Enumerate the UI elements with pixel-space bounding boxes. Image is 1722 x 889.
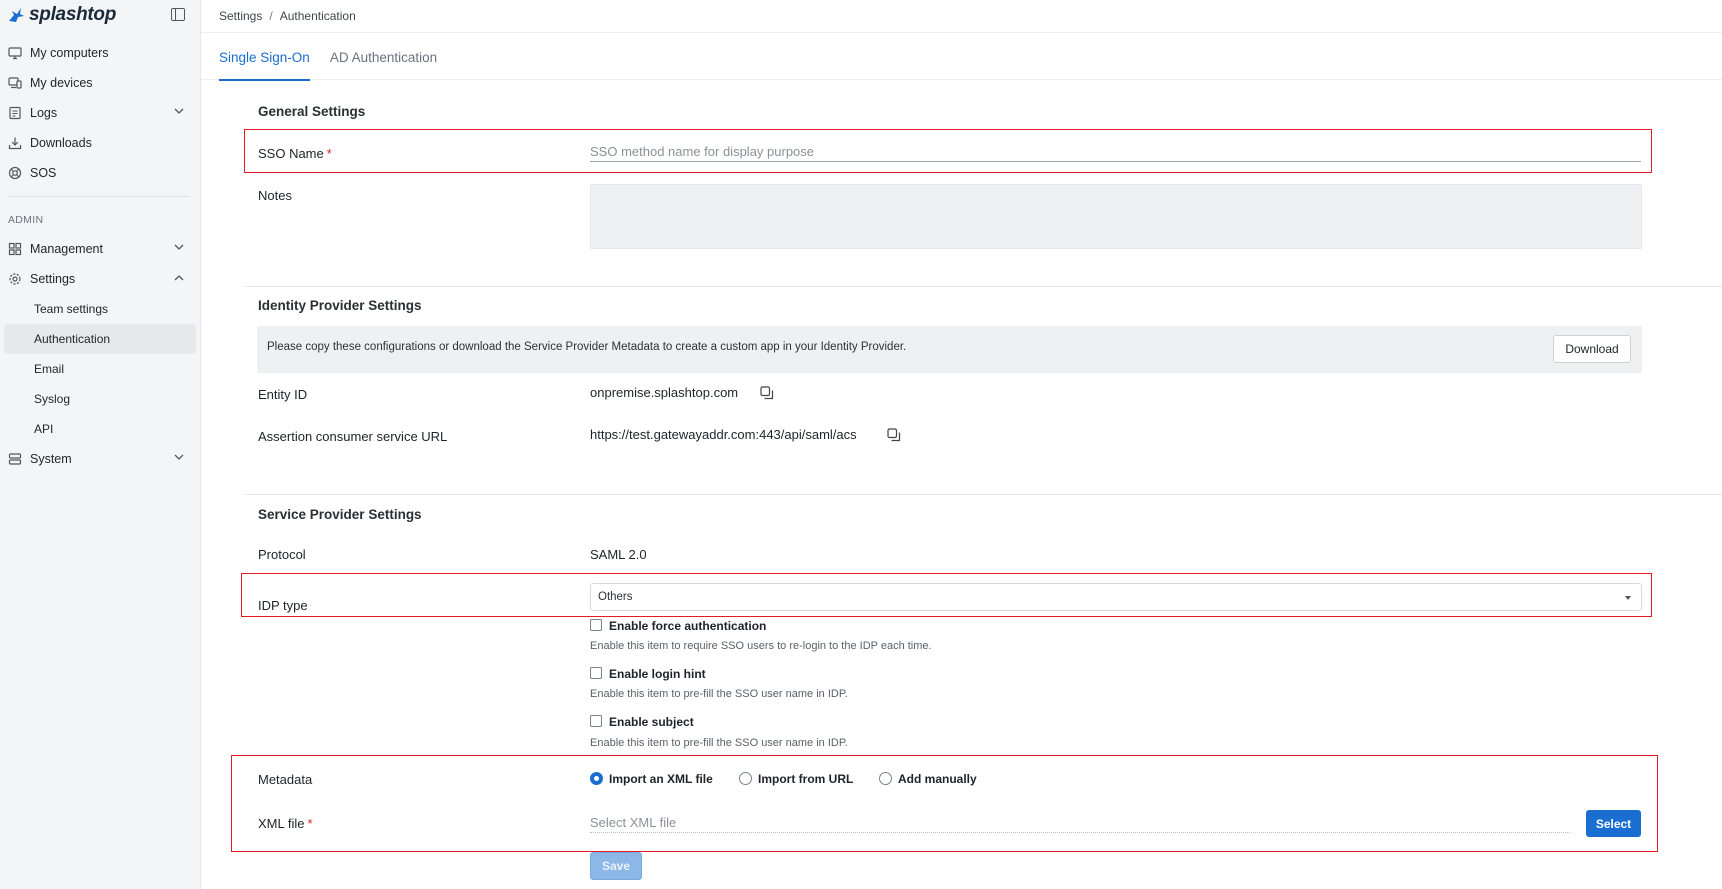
metadata-label: Metadata: [258, 772, 313, 787]
sidebar-subitem-api[interactable]: API: [4, 414, 196, 444]
force-auth-label: Enable force authentication: [609, 619, 767, 633]
breadcrumb-current: Authentication: [279, 9, 356, 23]
splashtop-logo-icon: [9, 8, 24, 22]
idp-info-bar: Please copy these configurations or down…: [257, 326, 1642, 373]
login-hint-checkbox[interactable]: [590, 667, 602, 679]
idp-info-text: Please copy these configurations or down…: [267, 341, 907, 353]
sidebar-item-my-computers[interactable]: My computers: [0, 38, 200, 68]
radio-import-url[interactable]: [739, 772, 752, 785]
entity-id-label: Entity ID: [258, 387, 308, 402]
subject-hint: Enable this item to pre-fill the SSO use…: [590, 737, 848, 749]
general-settings-title: General Settings: [258, 104, 366, 119]
breadcrumb-separator: /: [269, 9, 273, 23]
sidebar-item-label: Logs: [30, 106, 58, 120]
splashtop-logo[interactable]: splashtop: [6, 4, 116, 26]
acs-url-label: Assertion consumer service URL: [258, 429, 448, 444]
tab-ad-authentication[interactable]: AD Authentication: [330, 34, 437, 80]
radio-add-manually-label: Add manually: [898, 772, 977, 786]
caret-down-icon: [1625, 596, 1631, 600]
sp-settings-title: Service Provider Settings: [258, 507, 422, 522]
force-auth-checkbox[interactable]: [590, 619, 602, 631]
sidebar-item-settings[interactable]: Settings: [0, 264, 200, 294]
sso-name-label: SSO Name *: [258, 146, 332, 161]
sidebar-item-label: Settings: [30, 272, 76, 286]
admin-section-label: ADMIN: [8, 214, 44, 226]
gear-icon: [8, 272, 22, 286]
chevron-up-icon[interactable]: [174, 274, 184, 281]
devices-icon: [8, 76, 22, 90]
sidebar-item-label: Management: [30, 242, 103, 256]
sidebar-item-system[interactable]: System: [0, 444, 200, 474]
radio-import-url-label: Import from URL: [758, 772, 854, 786]
metadata-highlight: [231, 755, 1658, 852]
download-button[interactable]: Download: [1553, 335, 1631, 363]
monitor-icon: [8, 46, 22, 60]
logo-row: splashtop: [0, 0, 200, 30]
subject-checkbox[interactable]: [590, 715, 602, 727]
radio-import-xml-label: Import an XML file: [609, 772, 713, 786]
sidebar-subitem-email[interactable]: Email: [4, 354, 196, 384]
section-divider: [245, 494, 1722, 495]
sidebar-subitem-syslog[interactable]: Syslog: [4, 384, 196, 414]
protocol-value: SAML 2.0: [590, 547, 647, 562]
chevron-down-icon[interactable]: [174, 454, 184, 461]
chevron-down-icon[interactable]: [174, 244, 184, 251]
sidebar-divider: [8, 196, 190, 197]
login-hint-label: Enable login hint: [609, 667, 706, 681]
required-mark: *: [307, 816, 313, 831]
copy-icon[interactable]: [887, 428, 901, 442]
force-auth-hint: Enable this item to require SSO users to…: [590, 640, 932, 652]
breadcrumb-parent[interactable]: Settings: [219, 9, 262, 23]
sidebar-item-management[interactable]: Management: [0, 234, 200, 264]
sidebar-item-label: Downloads: [30, 136, 92, 150]
lifebuoy-icon: [8, 166, 22, 180]
entity-id-value: onpremise.splashtop.com: [590, 385, 739, 400]
protocol-label: Protocol: [258, 547, 306, 562]
sidebar-subitem-team-settings[interactable]: Team settings: [4, 294, 196, 324]
idp-settings-title: Identity Provider Settings: [258, 298, 422, 313]
sidebar-item-my-devices[interactable]: My devices: [0, 68, 200, 98]
sidebar-item-label: My computers: [30, 46, 109, 60]
chevron-down-icon[interactable]: [174, 108, 184, 115]
main-content: General Settings SSO Name* Notes Identit…: [201, 80, 1722, 889]
brand-name: splashtop: [29, 4, 117, 25]
acs-url-value: https://test.gatewayaddr.com:443/api/sam…: [590, 427, 857, 442]
xml-file-input[interactable]: [590, 813, 1570, 833]
section-divider: [245, 286, 1722, 287]
sidebar-item-label: SOS: [30, 166, 57, 180]
copy-icon[interactable]: [760, 386, 774, 400]
sidebar-collapse-icon[interactable]: [171, 8, 185, 21]
radio-add-manually[interactable]: [879, 772, 892, 785]
sidebar: splashtop My computers My devices Logs D…: [0, 0, 201, 889]
logs-icon: [8, 106, 22, 120]
breadcrumb: Settings / Authentication: [201, 0, 1722, 33]
idp-type-label: IDP type: [258, 598, 308, 613]
sso-name-input[interactable]: [590, 142, 1641, 162]
xml-file-label: XML file *: [258, 816, 313, 831]
subject-label: Enable subject: [609, 715, 694, 729]
required-mark: *: [326, 146, 332, 161]
sidebar-item-logs[interactable]: Logs: [0, 98, 200, 128]
sidebar-item-label: My devices: [30, 76, 93, 90]
login-hint-hint: Enable this item to pre-fill the SSO use…: [590, 688, 848, 700]
sidebar-subitem-authentication[interactable]: Authentication: [4, 324, 196, 354]
radio-import-xml[interactable]: [590, 772, 603, 785]
select-button[interactable]: Select: [1586, 810, 1641, 837]
download-icon: [8, 136, 22, 150]
sidebar-item-sos[interactable]: SOS: [0, 158, 200, 188]
save-button[interactable]: Save: [590, 852, 642, 880]
notes-label: Notes: [258, 188, 292, 203]
sidebar-item-label: System: [30, 452, 72, 466]
notes-textarea[interactable]: [590, 184, 1642, 249]
idp-type-select[interactable]: Others: [590, 583, 1642, 611]
sidebar-item-downloads[interactable]: Downloads: [0, 128, 200, 158]
tab-bar: Single Sign-On AD Authentication: [201, 34, 1722, 81]
idp-type-selected: Others: [598, 591, 633, 603]
tab-single-sign-on[interactable]: Single Sign-On: [219, 34, 310, 81]
server-icon: [8, 452, 22, 466]
grid-icon: [8, 242, 22, 256]
